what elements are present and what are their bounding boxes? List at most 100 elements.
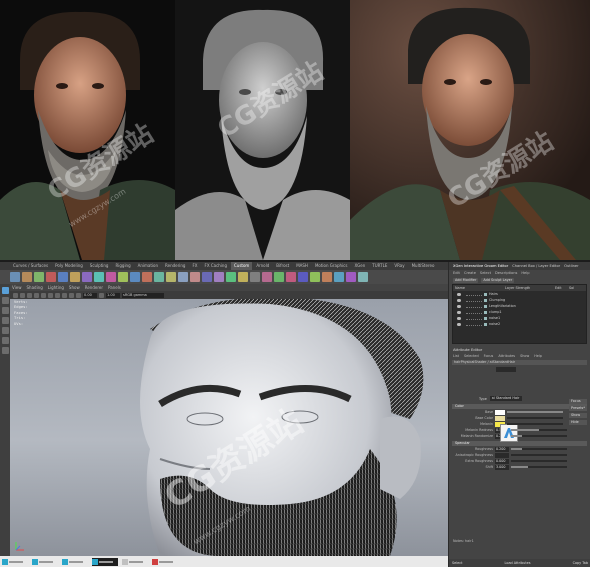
shelf-tool-icon[interactable] bbox=[262, 272, 272, 282]
lights-icon[interactable] bbox=[48, 292, 53, 298]
shelf-tab-bifrost[interactable]: Bifrost bbox=[273, 262, 292, 270]
shelf-tool-icon[interactable] bbox=[358, 272, 368, 282]
shelf-tool-icon[interactable] bbox=[118, 272, 128, 282]
attr-value-field[interactable]: 0.000 bbox=[495, 458, 509, 464]
ao-icon[interactable] bbox=[62, 292, 67, 298]
select-tool-icon[interactable] bbox=[1, 287, 9, 294]
xgen-menu-select[interactable]: Select bbox=[480, 271, 491, 275]
ae-menu-show[interactable]: Show bbox=[520, 354, 529, 358]
shelf-tab-animation[interactable]: Animation bbox=[135, 262, 161, 270]
shelf-tool-icon[interactable] bbox=[322, 272, 332, 282]
xgen-menu-descriptions[interactable]: Descriptions bbox=[495, 271, 517, 275]
shelf-tool-icon[interactable] bbox=[46, 272, 56, 282]
scale-tool-icon[interactable] bbox=[1, 337, 9, 344]
outliner-row[interactable]: noise2 bbox=[453, 321, 586, 327]
shelf-tool-icon[interactable] bbox=[334, 272, 344, 282]
paint-select-icon[interactable] bbox=[1, 307, 9, 314]
shelf-tool-icon[interactable] bbox=[166, 272, 176, 282]
shelf-tab-motion-graphics[interactable]: Motion Graphics bbox=[312, 262, 351, 270]
xgen-menu-edit[interactable]: Edit bbox=[453, 271, 460, 275]
isolate-icon[interactable] bbox=[69, 292, 74, 298]
tab-outliner[interactable]: Outliner bbox=[564, 264, 578, 268]
taskbar-item[interactable] bbox=[122, 558, 148, 566]
shelf-tab-custom[interactable]: Custom bbox=[231, 262, 253, 270]
panel-menu-shading[interactable]: Shading bbox=[27, 285, 43, 290]
attr-slider[interactable] bbox=[507, 423, 563, 425]
textured-icon[interactable] bbox=[41, 292, 46, 298]
attr-slider[interactable] bbox=[507, 417, 563, 419]
node-name-field[interactable]: hairPhysicalShader / aiStandardHair bbox=[452, 360, 587, 365]
attr-slider[interactable] bbox=[507, 411, 563, 413]
ae-name-input[interactable] bbox=[496, 367, 516, 372]
add-sculpt-layer-button[interactable]: Add Sculpt Layer bbox=[481, 277, 515, 283]
ae-menu-attributes[interactable]: Attributes bbox=[498, 354, 515, 358]
attr-value-field[interactable]: 0.200 bbox=[495, 446, 509, 452]
last-tool-icon[interactable] bbox=[1, 347, 9, 354]
shelf-tool-icon[interactable] bbox=[10, 272, 20, 282]
gamma-field[interactable]: 1.00 bbox=[106, 292, 120, 298]
shelf-tool-icon[interactable] bbox=[82, 272, 92, 282]
smooth-shade-icon[interactable] bbox=[34, 292, 39, 298]
copy-tab-button[interactable]: Copy Tab bbox=[573, 561, 588, 565]
shelf-tool-icon[interactable] bbox=[202, 272, 212, 282]
shelf-tab-fx[interactable]: FX bbox=[189, 262, 200, 270]
shelf-tool-icon[interactable] bbox=[274, 272, 284, 282]
shelf-tab-rigging[interactable]: Rigging bbox=[112, 262, 133, 270]
color-space-dropdown[interactable]: sRGB gamma bbox=[122, 292, 164, 298]
gamma-icon[interactable] bbox=[99, 292, 104, 298]
attr-slider[interactable] bbox=[511, 448, 567, 450]
xgen-menu-help[interactable]: Help bbox=[521, 271, 529, 275]
shelf-tab-vray[interactable]: VRay bbox=[391, 262, 407, 270]
focus-button[interactable]: Focus bbox=[568, 399, 587, 404]
taskbar-item[interactable] bbox=[152, 558, 178, 566]
load-attributes-button[interactable]: Load Attributes bbox=[505, 561, 531, 565]
visibility-eye-icon[interactable] bbox=[457, 292, 461, 296]
shelf-tool-icon[interactable] bbox=[190, 272, 200, 282]
shelf-tool-icon[interactable] bbox=[226, 272, 236, 282]
shelf-tool-icon[interactable] bbox=[142, 272, 152, 282]
taskbar-item[interactable] bbox=[62, 558, 88, 566]
shelf-tool-icon[interactable] bbox=[238, 272, 248, 282]
panel-menu-lighting[interactable]: Lighting bbox=[48, 285, 64, 290]
shelf-tab-arnold[interactable]: Arnold bbox=[253, 262, 272, 270]
shelf-tool-icon[interactable] bbox=[130, 272, 140, 282]
color-swatch[interactable] bbox=[495, 415, 505, 421]
ae-menu-list[interactable]: List bbox=[453, 354, 459, 358]
attr-value-field[interactable] bbox=[495, 452, 509, 458]
shadows-icon[interactable] bbox=[55, 292, 60, 298]
shelf-tool-icon[interactable] bbox=[154, 272, 164, 282]
type-dropdown[interactable]: ai Standard Hair bbox=[489, 396, 522, 401]
shelf-tab-turtle[interactable]: TURTLE bbox=[369, 262, 390, 270]
viewport[interactable]: Verts: Edges: Faces: Tris: UVs: CG资源站 www.cgz… bbox=[10, 299, 448, 556]
shelf-tool-icon[interactable] bbox=[94, 272, 104, 282]
shelf-tool-icon[interactable] bbox=[70, 272, 80, 282]
taskbar-item[interactable] bbox=[32, 558, 58, 566]
shelf-tool-icon[interactable] bbox=[106, 272, 116, 282]
shelf-tab-mash[interactable]: MASH bbox=[293, 262, 311, 270]
panel-menu-show[interactable]: Show bbox=[69, 285, 80, 290]
taskbar-item[interactable] bbox=[92, 557, 118, 566]
shelf-tool-icon[interactable] bbox=[346, 272, 356, 282]
shelf-tab-poly-modeling[interactable]: Poly Modeling bbox=[52, 262, 86, 270]
shelf-tool-icon[interactable] bbox=[178, 272, 188, 282]
attr-slider[interactable] bbox=[511, 429, 567, 431]
tab-channel-box-layer-editor[interactable]: Channel Box / Layer Editor bbox=[512, 264, 560, 268]
rotate-tool-icon[interactable] bbox=[1, 327, 9, 334]
visibility-eye-icon[interactable] bbox=[457, 310, 461, 314]
visibility-eye-icon[interactable] bbox=[457, 316, 461, 320]
show-button[interactable]: Show bbox=[568, 413, 587, 418]
shelf-tool-icon[interactable] bbox=[214, 272, 224, 282]
shelf-tool-icon[interactable] bbox=[22, 272, 32, 282]
presets-button[interactable]: Presets* bbox=[568, 406, 587, 411]
panel-menu-view[interactable]: View bbox=[12, 285, 22, 290]
tab-xgen-interactive-groom-editor[interactable]: XGen Interactive Groom Editor bbox=[453, 264, 508, 268]
attr-slider[interactable] bbox=[511, 435, 567, 437]
shelf-tab-rendering[interactable]: Rendering bbox=[162, 262, 188, 270]
attr-slider[interactable] bbox=[511, 460, 567, 462]
attr-value-field[interactable]: 3.000 bbox=[495, 464, 509, 470]
shelf-tool-icon[interactable] bbox=[298, 272, 308, 282]
ae-menu-help[interactable]: Help bbox=[534, 354, 542, 358]
shelf-tab-sculpting[interactable]: Sculpting bbox=[87, 262, 112, 270]
shelf-tool-icon[interactable] bbox=[286, 272, 296, 282]
attr-slider[interactable] bbox=[511, 466, 567, 468]
